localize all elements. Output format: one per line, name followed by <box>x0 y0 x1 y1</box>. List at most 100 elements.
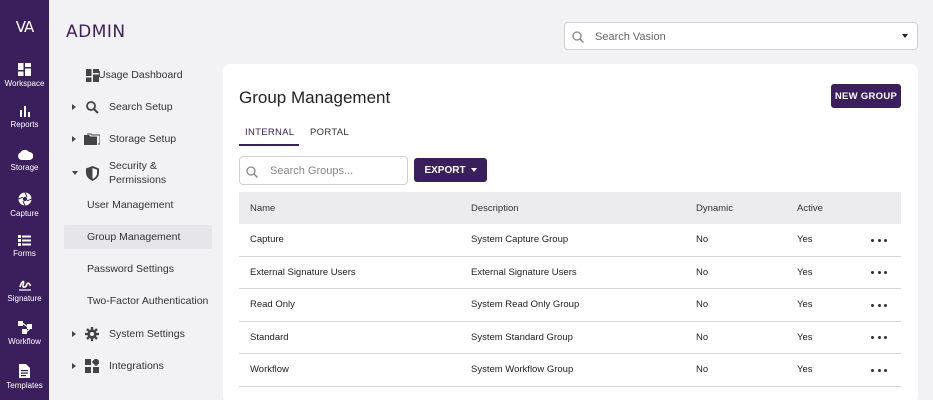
admin-brand: ADMIN <box>66 22 126 42</box>
search-icon <box>84 99 100 115</box>
more-options-icon[interactable] <box>871 268 887 278</box>
group-management-card: Group Management NEW GROUP INTERNAL PORT… <box>223 64 918 400</box>
nav-sub-two-factor-authentication[interactable]: Two-Factor Authentication <box>64 289 212 313</box>
rail-label: Templates <box>6 381 43 390</box>
rail-item-workspace[interactable]: Workspace <box>0 63 49 88</box>
export-label: EXPORT <box>424 164 466 176</box>
cell-name: Workflow <box>250 364 289 376</box>
cell-active: Yes <box>797 364 813 376</box>
rail-label: Capture <box>10 209 39 218</box>
table-row[interactable]: Read Only System Read Only Group No Yes <box>239 289 901 322</box>
rail-item-storage[interactable]: Storage <box>0 149 49 172</box>
table-header: Name Description Dynamic Active <box>239 192 901 224</box>
nav-item-usage-dashboard[interactable]: Usage Dashboard <box>64 63 212 87</box>
column-header-active[interactable]: Active <box>797 203 823 214</box>
group-search-input[interactable] <box>270 163 400 179</box>
more-options-icon[interactable] <box>871 333 887 343</box>
nav-item-label-line2: Permissions <box>109 174 167 186</box>
shield-icon <box>84 165 100 181</box>
cloud-icon <box>17 149 33 160</box>
cell-active: Yes <box>797 266 813 278</box>
document-icon <box>19 364 30 378</box>
more-options-icon[interactable] <box>871 300 887 310</box>
table-row[interactable]: Workflow System Workflow Group No Yes <box>239 354 901 387</box>
rail-label: Workflow <box>8 337 41 346</box>
rail-item-templates[interactable]: Templates <box>0 364 49 390</box>
aperture-icon <box>17 192 32 206</box>
dropdown-arrow-icon[interactable] <box>902 34 908 38</box>
rail-label: Forms <box>13 249 36 258</box>
gear-icon <box>84 326 100 342</box>
rail-label: Reports <box>10 120 39 129</box>
cell-description: System Read Only Group <box>471 299 580 311</box>
new-group-button[interactable]: NEW GROUP <box>831 84 901 108</box>
chevron-down-icon <box>470 168 477 172</box>
cell-name: Capture <box>250 234 284 246</box>
more-options-icon[interactable] <box>871 365 887 375</box>
form-icon <box>18 235 31 246</box>
cell-name: Standard <box>250 331 289 343</box>
rail-label: Workspace <box>4 79 45 88</box>
rail-item-signature[interactable]: Signature <box>0 278 49 303</box>
tab-portal[interactable]: PORTAL <box>310 127 349 138</box>
search-icon <box>246 165 258 183</box>
nav-sub-password-settings[interactable]: Password Settings <box>64 257 212 281</box>
cell-dynamic: No <box>696 234 709 246</box>
cell-name: Read Only <box>250 299 295 311</box>
column-header-dynamic[interactable]: Dynamic <box>696 203 733 214</box>
nav-item-search-setup[interactable]: Search Setup <box>64 95 212 119</box>
nav-sub-user-management[interactable]: User Management <box>64 193 212 217</box>
bar-chart-icon <box>19 106 30 117</box>
nav-item-label-line1: Security & <box>109 160 157 172</box>
export-button[interactable]: EXPORT <box>414 158 487 182</box>
nav-item-label: System Settings <box>109 328 185 340</box>
nav-item-label: Integrations <box>109 360 164 372</box>
chevron-right-icon[interactable] <box>72 104 76 110</box>
chevron-right-icon[interactable] <box>72 331 76 337</box>
nav-sub-group-management[interactable]: Group Management <box>64 225 212 249</box>
rail-item-forms[interactable]: Forms <box>0 235 49 258</box>
cell-active: Yes <box>797 299 813 311</box>
workflow-icon <box>17 321 32 334</box>
chevron-right-icon[interactable] <box>72 363 76 369</box>
nav-item-label: Security & Permissions <box>109 159 166 187</box>
rail-item-reports[interactable]: Reports <box>0 105 49 129</box>
cell-active: Yes <box>797 234 813 246</box>
cell-dynamic: No <box>696 331 709 343</box>
cell-name: External Signature Users <box>250 266 356 278</box>
vasion-logo[interactable]: VA <box>0 18 49 36</box>
global-search[interactable] <box>564 22 918 50</box>
table-row[interactable]: Capture System Capture Group No Yes <box>239 224 901 257</box>
column-header-name[interactable]: Name <box>250 203 275 214</box>
tab-internal[interactable]: INTERNAL <box>245 127 294 138</box>
page-title: Group Management <box>239 88 391 107</box>
nav-item-security-permissions[interactable]: Security & Permissions <box>64 158 212 188</box>
nav-item-integrations[interactable]: Integrations <box>64 354 212 378</box>
cell-description: System Capture Group <box>471 234 569 246</box>
cell-description: System Standard Group <box>471 331 573 343</box>
table-row[interactable]: External Signature Users External Signat… <box>239 257 901 289</box>
nav-item-system-settings[interactable]: System Settings <box>64 322 212 346</box>
chevron-down-icon[interactable] <box>72 171 78 175</box>
nav-item-label: Search Setup <box>109 101 173 113</box>
rail-label: Signature <box>7 294 42 303</box>
nav-item-label: Storage Setup <box>109 133 177 145</box>
dashboard-icon <box>18 63 31 76</box>
nav-item-label: Usage Dashboard <box>98 69 183 81</box>
global-search-input[interactable] <box>595 28 885 46</box>
chevron-right-icon[interactable] <box>72 136 76 142</box>
cell-description: External Signature Users <box>471 266 577 278</box>
nav-item-storage-setup[interactable]: Storage Setup <box>64 127 212 151</box>
cell-dynamic: No <box>696 364 709 376</box>
column-header-description[interactable]: Description <box>471 203 519 214</box>
signature-icon <box>18 280 31 291</box>
table-row[interactable]: Standard System Standard Group No Yes <box>239 322 901 354</box>
rail-item-workflow[interactable]: Workflow <box>0 321 49 346</box>
rail-item-capture[interactable]: Capture <box>0 192 49 218</box>
groups-table: Name Description Dynamic Active Capture … <box>239 192 901 387</box>
more-options-icon[interactable] <box>871 235 887 245</box>
group-search[interactable] <box>239 156 408 185</box>
search-icon <box>572 30 584 48</box>
cell-dynamic: No <box>696 299 709 311</box>
widgets-icon <box>84 358 100 374</box>
